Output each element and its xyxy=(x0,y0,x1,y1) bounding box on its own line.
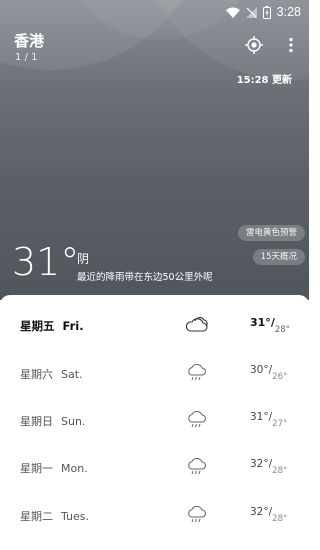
rain-icon xyxy=(188,506,206,523)
day-en: Sat. xyxy=(61,368,83,381)
current-condition: 阴 xyxy=(77,252,90,266)
forecast-temps: 32°/28° xyxy=(250,458,288,476)
high-temp: 32° xyxy=(250,506,269,518)
high-temp: 31° xyxy=(250,316,271,329)
no-signal-icon xyxy=(245,6,257,18)
low-temp: 28° xyxy=(272,514,288,524)
forecast-day: 星期日 Sun. xyxy=(20,413,85,429)
day-en: Fri. xyxy=(62,319,84,333)
day-cn: 星期日 xyxy=(20,415,53,428)
forecast-row[interactable]: 星期一 Mon. 32°/28° xyxy=(0,446,309,494)
rain-description: 最近的降雨带在东边50公里外呢 xyxy=(77,272,213,283)
battery-icon xyxy=(262,5,271,19)
weather-hero: 3:28 香港 1 / 1 15:28 更新 雷电黄色预警 15天概况 31° … xyxy=(0,0,309,300)
cloudy-icon xyxy=(185,317,208,332)
forecast-sheet: 星期五 Fri. 31°/28° 星期六 Sat. 30°/26° 星期日 Sun. xyxy=(0,295,309,550)
high-temp: 30° xyxy=(250,364,269,376)
high-temp: 31° xyxy=(250,411,269,423)
forecast-day: 星期六 Sat. xyxy=(20,366,83,382)
low-temp: 27° xyxy=(272,419,288,429)
forecast-temps: 30°/26° xyxy=(250,364,288,382)
clock: 3:28 xyxy=(276,5,301,19)
forecast-temps: 31°/27° xyxy=(250,411,288,429)
forecast-day: 星期一 Mon. xyxy=(20,460,88,476)
day-en: Sun. xyxy=(61,415,86,428)
low-temp: 28° xyxy=(274,325,290,335)
city-name[interactable]: 香港 xyxy=(14,30,44,51)
current-temperature: 31° xyxy=(12,240,80,284)
wifi-icon xyxy=(225,7,240,18)
day-cn: 星期二 xyxy=(20,510,53,523)
rain-icon xyxy=(188,411,206,428)
low-temp: 26° xyxy=(272,372,288,382)
more-menu-icon[interactable] xyxy=(286,37,296,53)
status-bar: 3:28 xyxy=(225,3,301,21)
forecast-temps: 32°/28° xyxy=(250,506,288,524)
forecast-day: 星期二 Tues. xyxy=(20,508,89,524)
forecast-temps: 31°/28° xyxy=(250,316,290,335)
locate-icon[interactable] xyxy=(245,36,263,54)
day-cn: 星期一 xyxy=(20,462,53,475)
15-day-overview-button[interactable]: 15天概况 xyxy=(252,249,305,265)
rain-icon xyxy=(188,458,206,475)
page-indicator: 1 / 1 xyxy=(15,52,38,63)
forecast-day: 星期五 Fri. xyxy=(20,318,84,334)
forecast-row[interactable]: 星期五 Fri. 31°/28° xyxy=(0,304,309,352)
forecast-row[interactable]: 星期日 Sun. 31°/27° xyxy=(0,399,309,447)
update-time: 15:28 更新 xyxy=(236,75,292,86)
low-temp: 28° xyxy=(272,466,288,476)
day-en: Mon. xyxy=(61,462,88,475)
rain-icon xyxy=(188,364,206,381)
forecast-row[interactable]: 星期二 Tues. 32°/28° xyxy=(0,494,309,542)
high-temp: 32° xyxy=(250,458,269,470)
day-en: Tues. xyxy=(61,510,90,523)
forecast-row[interactable]: 星期六 Sat. 30°/26° xyxy=(0,352,309,400)
day-cn: 星期六 xyxy=(20,368,53,381)
thunder-warning-badge[interactable]: 雷电黄色预警 xyxy=(237,225,305,241)
day-cn: 星期五 xyxy=(20,319,55,333)
